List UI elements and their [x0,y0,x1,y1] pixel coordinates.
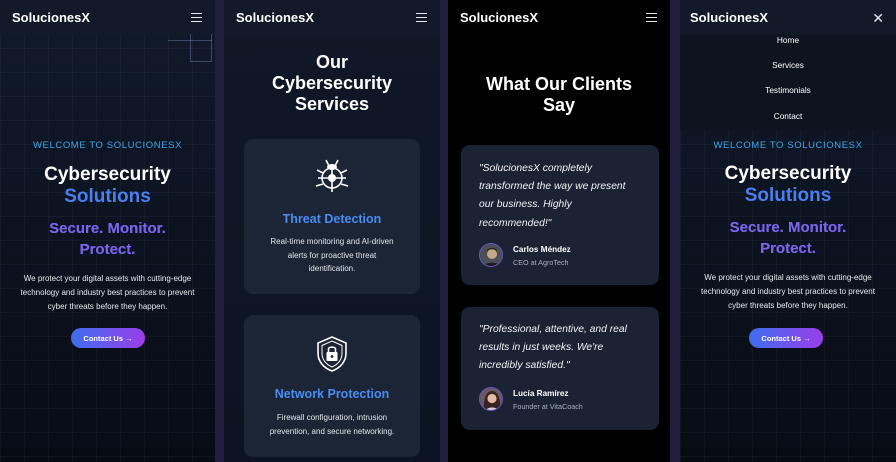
service-description: Firewall configuration, intrusion preven… [258,411,406,438]
desc-line: technology and industry best practices t… [701,287,875,296]
testimonial-card: "Professional, attentive, and real resul… [461,307,659,430]
desc-line: Real-time monitoring and AI-driven [270,237,394,246]
frame-gap [215,0,224,462]
tagline-line1: Secure. Monitor. [49,220,166,237]
tagline-line1: Secure. Monitor. [729,219,847,236]
close-icon[interactable]: ✕ [872,11,884,25]
navbar: SolucionesX [0,0,215,35]
service-title: Threat Detection [282,212,382,226]
services-title: Our Cybersecurity Services [224,52,440,115]
welcome-text: WELCOME TO SOLUCIONESX [32,140,183,151]
contact-us-button[interactable]: Contact Us → [749,328,823,348]
hero-tagline: Secure. Monitor. Protect. [680,217,896,259]
tagline-line2: Protect. [79,241,136,258]
desc-line: cyber threats before they happen. [47,302,168,311]
author-name: Lucía Ramírez [513,389,569,398]
avatar [479,243,503,267]
quote-line: results in just weeks. We're [479,342,604,354]
hero-description: We protect your digital assets with cutt… [0,272,215,314]
testimonial-quote: "Professional, attentive, and real resul… [479,321,639,376]
testimonial-card: "SolucionesX completely transformed the … [461,145,659,285]
service-description: Real-time monitoring and AI-driven alert… [258,235,406,276]
author-role: CEO at AgroTech [513,258,569,267]
brand-logo[interactable]: SolucionesX [236,10,314,25]
hamburger-menu-icon[interactable] [646,12,658,23]
hamburger-menu-icon[interactable] [191,12,203,23]
menu-item-testimonials[interactable]: Testimonials [680,85,896,95]
author-name: Carlos Méndez [513,245,571,254]
navbar: SolucionesX ✕ [680,0,896,35]
testimonials-screen: SolucionesX What Our Clients Say "Soluci… [448,0,670,462]
author-role: Founder at VitaCoach [513,402,583,411]
bug-target-icon [313,156,351,201]
hero-screen: SolucionesX WELCOME TO SOLUCIONESX Cyber… [0,0,215,462]
hero-description: We protect your digital assets with cutt… [680,271,896,313]
navbar: SolucionesX [224,0,440,35]
brand-logo[interactable]: SolucionesX [460,10,538,25]
hero-title: Cybersecurity Solutions [0,164,215,208]
testimonials-title: What Our Clients Say [448,74,670,116]
desc-line: Firewall configuration, intrusion [276,413,388,422]
desc-line: prevention, and secure networking. [269,426,395,436]
hero-title-line2: Solutions [64,186,151,207]
hero-title-line1: Cybersecurity [724,163,852,184]
title-line: Say [542,95,576,115]
decorative-square [190,34,212,62]
desc-line: identification. [308,264,356,273]
title-line: Our [315,52,348,72]
menu-item-home[interactable]: Home [680,35,896,45]
desc-line: We protect your digital assets with cutt… [23,274,192,283]
quote-line: incredibly satisfied." [479,360,570,372]
hamburger-menu-icon[interactable] [416,12,428,23]
frame-gap [670,0,680,462]
quote-line: recommended!" [479,217,552,229]
frame-gap [440,0,448,462]
services-screen: SolucionesX Our Cybersecurity Services T… [224,0,440,462]
menu-item-contact[interactable]: Contact [680,111,896,121]
brand-logo[interactable]: SolucionesX [12,10,90,25]
navbar: SolucionesX [448,0,670,35]
brand-logo[interactable]: SolucionesX [690,10,768,25]
desc-line: We protect your digital assets with cutt… [704,273,872,282]
hero-title-line2: Solutions [744,185,832,206]
title-line: What Our Clients [485,74,632,94]
hero-title: Cybersecurity Solutions [680,163,896,207]
quote-line: "SolucionesX completely [479,163,592,174]
desc-line: cyber threats before they happen. [728,301,848,310]
service-card-network-protection[interactable]: Network Protection Firewall configuratio… [244,315,420,457]
welcome-text: WELCOME TO SOLUCIONESX [713,140,863,151]
desc-line: alerts for proactive threat [287,250,377,260]
testimonial-quote: "SolucionesX completely transformed the … [479,160,639,233]
tagline-line2: Protect. [760,240,816,257]
contact-us-button[interactable]: Contact Us → [71,328,145,348]
hero-menu-open-screen: SolucionesX ✕ Home Services Testimonials… [680,0,896,462]
title-line: Cybersecurity [271,73,393,93]
hero-title-line1: Cybersecurity [44,164,171,185]
service-title: Network Protection [274,387,390,401]
shield-lock-icon [314,335,350,378]
quote-line: "Professional, attentive, and real [479,324,627,335]
mobile-menu: Home Services Testimonials Contact [680,35,896,131]
title-line: Services [294,94,370,114]
menu-item-services[interactable]: Services [680,60,896,70]
service-card-threat-detection[interactable]: Threat Detection Real-time monitoring an… [244,139,420,294]
avatar [479,387,503,411]
quote-line: transformed the way we present [479,181,626,193]
hero-tagline: Secure. Monitor. Protect. [0,218,215,260]
quote-line: our business. Highly [479,199,572,211]
desc-line: technology and industry best practices t… [20,288,195,297]
